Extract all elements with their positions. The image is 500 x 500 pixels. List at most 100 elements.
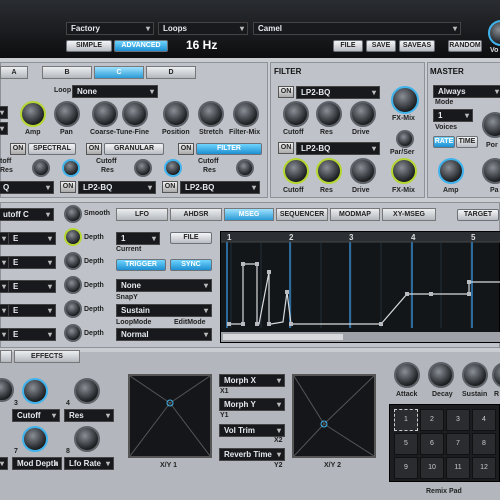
layer-tab-a[interactable]: A <box>0 66 28 79</box>
remix-pad-cell-9[interactable]: 9 <box>394 457 418 479</box>
effects-tab[interactable] <box>0 350 12 363</box>
mod-row-4-select[interactable]: E <box>8 304 56 317</box>
mod-tab-sequencer[interactable]: SEQUENCER <box>276 208 328 221</box>
filter-mix-knob[interactable] <box>233 101 259 127</box>
loopmode-select[interactable]: Sustain <box>116 304 212 317</box>
layer-tab-b[interactable]: B <box>42 66 92 79</box>
filter-a-drive-knob[interactable] <box>350 101 376 127</box>
macro-label-3[interactable]: Cutoff <box>12 409 60 422</box>
mod-row-3-select[interactable]: E <box>8 280 56 293</box>
remix-pad-cell-7[interactable]: 7 <box>446 433 470 455</box>
decay-knob[interactable] <box>428 362 454 388</box>
remix-pad-cell-2[interactable]: 2 <box>420 409 444 431</box>
remix-pad-cell-1[interactable]: 1 <box>394 409 418 431</box>
left-select-1[interactable] <box>0 106 8 119</box>
remix-pad-cell-5[interactable]: 5 <box>394 433 418 455</box>
macro-label-6[interactable] <box>0 457 8 470</box>
remix-pad-cell-11[interactable]: 11 <box>446 457 470 479</box>
xy-morph-x[interactable]: Morph X <box>219 374 285 387</box>
layer-filter-on-3[interactable]: ON <box>162 181 178 193</box>
xy-pad-2[interactable] <box>292 374 376 458</box>
remix-pad-cell-4[interactable]: 4 <box>472 409 496 431</box>
mod-target-select[interactable]: utoff C <box>0 208 54 221</box>
layer-filter-on-2[interactable]: ON <box>60 181 76 193</box>
mod-row-1-select[interactable]: E <box>8 232 56 245</box>
remix-pad-cell-6[interactable]: 6 <box>420 433 444 455</box>
filter-on-button[interactable]: ON <box>178 143 194 155</box>
voices-select[interactable]: 1 <box>433 109 473 122</box>
macro-knob-8[interactable] <box>74 426 100 452</box>
file-button[interactable]: FILE <box>333 40 363 52</box>
right-filter-knob-1[interactable] <box>236 159 254 177</box>
mseg-current-select[interactable]: 1 <box>116 232 160 245</box>
mod-tab-modmap[interactable]: MODMAP <box>330 208 380 221</box>
xy-pad-1[interactable] <box>128 374 212 458</box>
fine-knob[interactable] <box>122 101 148 127</box>
macro-label-8[interactable]: Lfo Rate <box>64 457 114 470</box>
filter-b-drive-knob[interactable] <box>350 158 376 184</box>
spectral-button[interactable]: SPECTRAL <box>28 143 76 155</box>
filter-a-on-button[interactable]: ON <box>278 86 294 98</box>
filter-a-cutoff-knob[interactable] <box>283 101 309 127</box>
filter-b-type-select[interactable]: LP2-BQ <box>296 142 380 155</box>
bank-select[interactable]: Factory <box>66 22 154 35</box>
left-select-2[interactable] <box>0 122 8 135</box>
filter-b-res-knob[interactable] <box>316 158 342 184</box>
preset-select[interactable]: Camel <box>253 22 461 35</box>
xy-morph-y[interactable]: Morph Y <box>219 398 285 411</box>
depth-knob-2[interactable] <box>64 252 82 270</box>
remix-pad-cell-8[interactable]: 8 <box>472 433 496 455</box>
trigger-button[interactable]: TRIGGER <box>116 259 166 271</box>
mseg-editor[interactable]: 1 2 3 4 5 <box>220 231 500 343</box>
xy-vol-trim[interactable]: Vol Trim <box>219 424 285 437</box>
filter-b-cutoff-knob[interactable] <box>283 158 309 184</box>
mid-filter-knob-1[interactable] <box>134 159 152 177</box>
effects-button[interactable]: EFFECTS <box>14 350 80 363</box>
mod-row-2-select[interactable]: E <box>8 256 56 269</box>
snap-select[interactable]: None <box>116 279 212 292</box>
depth-knob-5[interactable] <box>64 324 82 342</box>
filter-b-fxmix-knob[interactable] <box>391 158 417 184</box>
mod-tab-xy-mseg[interactable]: XY-MSEG <box>382 208 436 221</box>
filter-a-type-select[interactable]: LP2-BQ <box>296 86 380 99</box>
macro-knob-4[interactable] <box>74 378 100 404</box>
attack-knob[interactable] <box>394 362 420 388</box>
coarse-knob[interactable] <box>92 101 118 127</box>
sustain-knob[interactable] <box>462 362 488 388</box>
filter-a-fxmix-knob[interactable] <box>391 86 419 114</box>
remix-pad-cell-3[interactable]: 3 <box>446 409 470 431</box>
mod-tab-ahdsr[interactable]: AHDSR <box>170 208 222 221</box>
mod-tab-mseg[interactable]: MSEG <box>224 208 274 221</box>
granular-button[interactable]: GRANULAR <box>104 143 164 155</box>
time-button[interactable]: TIME <box>456 136 478 148</box>
granular-on-button[interactable]: ON <box>86 143 102 155</box>
sync-button[interactable]: SYNC <box>170 259 212 271</box>
macro-label-4[interactable]: Res <box>64 409 114 422</box>
macro-knob-7[interactable] <box>22 426 48 452</box>
mid-filter-knob-2[interactable] <box>164 159 182 177</box>
mseg-file-button[interactable]: FILE <box>170 232 212 244</box>
category-select[interactable]: Loops <box>158 22 248 35</box>
filter-a-res-knob[interactable] <box>316 101 342 127</box>
layer-filter-button[interactable]: FILTER <box>196 143 262 155</box>
rate-button[interactable]: RATE <box>433 136 455 148</box>
left-q-select[interactable]: Q <box>0 181 54 194</box>
mod-row-5-select[interactable]: E <box>8 328 56 341</box>
spectral-on-button[interactable]: ON <box>10 143 26 155</box>
depth-knob-4[interactable] <box>64 300 82 318</box>
master-mode-select[interactable]: Always <box>433 85 500 98</box>
stretch-knob[interactable] <box>198 101 224 127</box>
position-knob[interactable] <box>163 101 189 127</box>
smooth-knob[interactable] <box>64 205 82 223</box>
filter-b-on-button[interactable]: ON <box>278 142 294 154</box>
layer-tab-d[interactable]: D <box>146 66 196 79</box>
left-filter-knob-1[interactable] <box>32 159 50 177</box>
mseg-graph[interactable]: 1 2 3 4 5 <box>221 232 500 344</box>
mod-tab-lfo[interactable]: LFO <box>116 208 168 221</box>
simple-button[interactable]: SIMPLE <box>66 40 112 52</box>
loop-select[interactable]: None <box>72 85 158 98</box>
pan-knob[interactable] <box>54 101 80 127</box>
save-button[interactable]: SAVE <box>366 40 396 52</box>
advanced-button[interactable]: ADVANCED <box>114 40 168 52</box>
remix-pad-cell-10[interactable]: 10 <box>420 457 444 479</box>
